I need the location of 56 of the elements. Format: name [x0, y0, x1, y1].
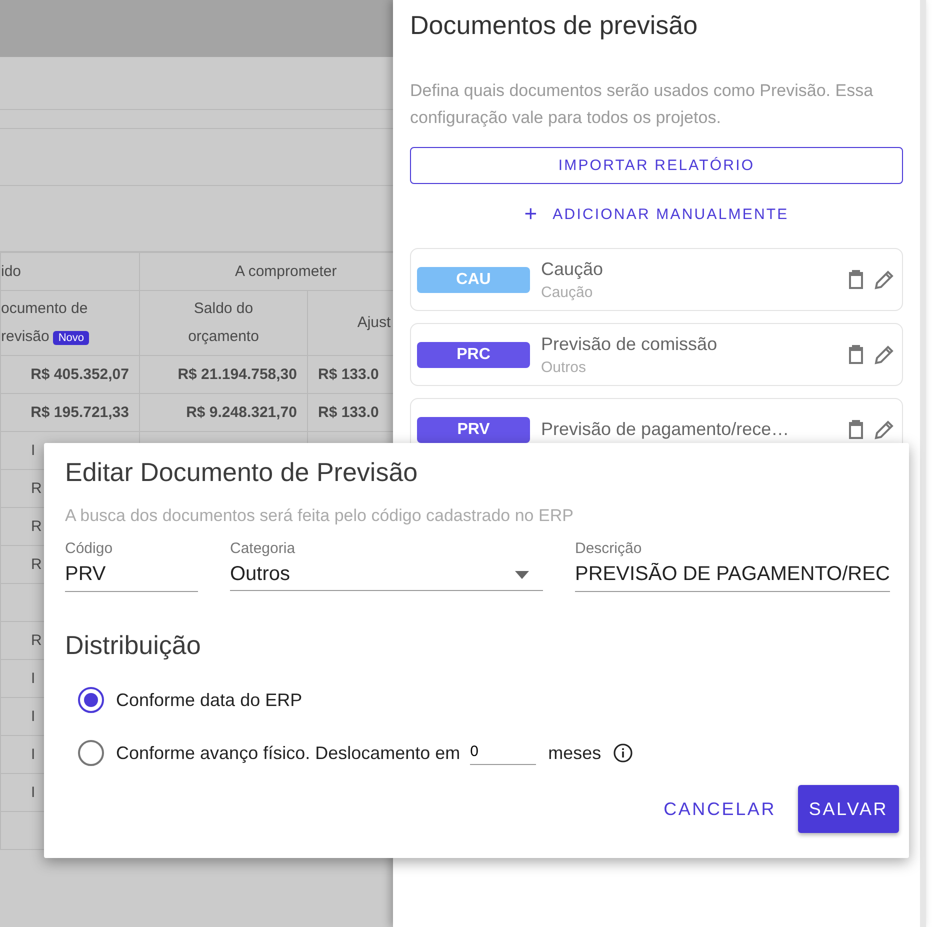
- panel-title: Documentos de previsão: [410, 10, 699, 41]
- table-cell: R: [31, 556, 42, 573]
- save-button[interactable]: SALVAR: [798, 785, 899, 833]
- field-label: Categoria: [230, 540, 296, 557]
- document-category: Outros: [541, 358, 588, 376]
- table-cell: R: [31, 632, 42, 649]
- table-cell: R$ 133.0: [318, 404, 379, 421]
- info-icon[interactable]: [613, 743, 634, 763]
- radio-button[interactable]: [78, 687, 104, 713]
- document-name: Previsão de comissão: [541, 334, 718, 354]
- table-cell: R$ 21.194.758,30: [178, 366, 297, 383]
- column-header: Ajust: [357, 314, 391, 331]
- table-cell: R$ 195.721,33: [30, 404, 129, 421]
- option-label: meses: [548, 742, 602, 764]
- trash-icon[interactable]: [848, 420, 864, 440]
- table-cell: R: [31, 480, 42, 497]
- dropdown-caret-icon: [515, 570, 529, 578]
- table-cell: R$ 405.352,07: [30, 366, 129, 383]
- column-header: Saldo do: [194, 300, 254, 317]
- document-category: Caução: [541, 284, 594, 300]
- import-button[interactable]: IMPORTAR RELATÓRIO: [410, 147, 903, 184]
- radio-button[interactable]: [78, 740, 104, 766]
- table-cell: I: [31, 784, 36, 801]
- option-label: Conforme avanço físico. Deslocamento em: [116, 742, 460, 764]
- dialog-title: Editar Documento de Previsão: [65, 457, 419, 488]
- pencil-icon[interactable]: [874, 344, 894, 364]
- column-header: orçamento: [188, 328, 259, 345]
- column-group-header: ido: [2, 263, 22, 280]
- field-label: Código: [65, 540, 114, 557]
- table-cell: I: [31, 746, 36, 763]
- column-header: ocumento de: [2, 300, 88, 316]
- document-code-tag: CAU: [417, 266, 530, 292]
- panel-description: Defina quais documentos serão usados como Previsão. Essa configuração vale para todos os projetos.: [410, 80, 874, 129]
- table-cell: I: [31, 670, 36, 687]
- cancel-button[interactable]: CANCELAR: [664, 786, 776, 832]
- table-cell: I: [31, 708, 36, 725]
- table-cell: I: [31, 442, 36, 459]
- document-code-tag: PRV: [417, 416, 530, 442]
- table-cell: R$ 9.248.321,70: [186, 404, 297, 421]
- table-cell: R: [31, 518, 42, 535]
- column-header: revisão: [2, 328, 50, 344]
- pencil-icon[interactable]: [874, 420, 894, 440]
- option-label: Conforme data do ERP: [116, 690, 302, 710]
- pencil-icon[interactable]: [874, 270, 894, 290]
- document-name: Caução: [541, 258, 604, 280]
- table-cell: R$ 133.0: [318, 366, 379, 383]
- document-name: Previsão de pagamento/rece…: [541, 419, 790, 440]
- add-manually-button[interactable]: + ADICIONAR MANUALMENTE: [518, 200, 795, 228]
- column-group-header: A comprometer: [235, 263, 337, 280]
- field-label: Descrição: [575, 540, 643, 557]
- new-badge: Novo: [53, 330, 90, 344]
- trash-icon[interactable]: [848, 344, 864, 364]
- document-code-tag: PRC: [417, 342, 530, 368]
- dialog-hint: A busca dos documentos será feita pelo código cadastrado no ERP: [65, 506, 574, 526]
- trash-icon[interactable]: [848, 270, 864, 290]
- section-title: Distribuição: [65, 630, 202, 661]
